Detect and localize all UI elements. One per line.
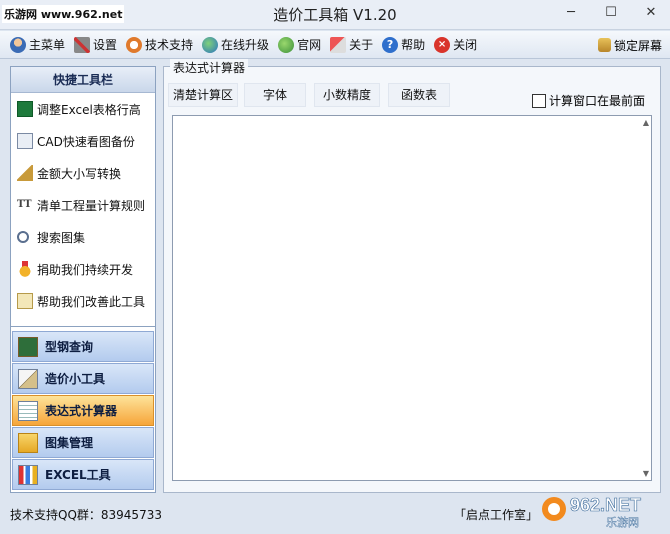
tt-icon: TT	[17, 199, 32, 210]
notebook-icon	[18, 400, 38, 421]
maximize-button[interactable]: ☐	[600, 4, 622, 22]
quick-item-feedback[interactable]: 帮助我们改善此工具	[11, 285, 155, 317]
toolbar-help-button[interactable]: ? 帮助	[378, 34, 430, 56]
lock-screen-button[interactable]: 锁定屏幕	[597, 34, 662, 56]
scroll-up-arrow-icon[interactable]: ▲	[643, 118, 649, 127]
support-icon	[126, 36, 143, 53]
clear-area-button[interactable]: 清楚计算区	[168, 83, 238, 107]
close-icon: ×	[434, 36, 451, 53]
font-button[interactable]: 字体	[244, 83, 306, 107]
toolbar-update-button[interactable]: 在线升级	[198, 34, 274, 56]
function-table-button[interactable]: 函数表	[388, 83, 450, 107]
support-qq-text: 技术支持QQ群：83945733	[10, 508, 162, 522]
sidebar: 快捷工具栏 调整Excel表格行高 CAD快速看图备份 金额大小写转换 TT 清…	[10, 66, 156, 493]
nav-item-atlas-manage[interactable]: 图集管理	[12, 427, 154, 458]
about-icon	[330, 36, 347, 53]
earth-icon	[278, 36, 295, 53]
ruler-icon	[17, 165, 33, 181]
tools-icon	[74, 36, 91, 53]
toolbar-website-button[interactable]: 官网	[274, 34, 326, 56]
globe-icon	[202, 36, 219, 53]
title-bar: 乐游网 www.962.net 造价工具箱 V1.20 ─ ☐ ✕	[0, 0, 670, 30]
triangle-ruler-icon	[18, 368, 38, 389]
main-toolbar: 主菜单 设置 技术支持 在线升级 官网 关于 ? 帮助 × 关闭 锁定屏幕	[0, 31, 670, 59]
quick-item-donate[interactable]: 捐助我们持续开发	[11, 253, 155, 285]
toolbar-close-button[interactable]: × 关闭	[430, 34, 482, 56]
nav-list: 型钢查询 造价小工具 表达式计算器 图集管理 EXCEL工具	[11, 327, 155, 490]
brand-logo-text: 962.NET	[570, 495, 641, 515]
chalkboard-icon	[18, 336, 38, 357]
studio-text: 「启点工作室」	[454, 508, 539, 522]
nav-item-excel-tools[interactable]: EXCEL工具	[12, 459, 154, 490]
expression-calculator-panel: 表达式计算器 清楚计算区 字体 小数精度 函数表 计算窗口在最前面 ▲ ▼	[163, 59, 661, 493]
close-window-button[interactable]: ✕	[640, 4, 662, 22]
topmost-label: 计算窗口在最前面	[549, 94, 646, 108]
quick-item-calc-rules[interactable]: TT 清单工程量计算规则	[11, 189, 155, 221]
calculation-area[interactable]: ▲ ▼	[172, 115, 652, 481]
window-controls: ─ ☐ ✕	[560, 4, 662, 22]
excel-icon	[17, 101, 33, 117]
brand-logo-subtext: 乐游网	[606, 516, 639, 529]
nav-item-cost-tools[interactable]: 造价小工具	[12, 363, 154, 394]
folder-star-icon	[18, 432, 38, 453]
quick-item-excel-row-height[interactable]: 调整Excel表格行高	[11, 93, 155, 125]
quick-tools-list: 调整Excel表格行高 CAD快速看图备份 金额大小写转换 TT 清单工程量计算…	[11, 93, 155, 327]
decimal-precision-button[interactable]: 小数精度	[314, 83, 380, 107]
lock-icon	[597, 38, 611, 52]
quick-item-amount-convert[interactable]: 金额大小写转换	[11, 157, 155, 189]
sidebar-header: 快捷工具栏	[11, 67, 155, 93]
topmost-checkbox[interactable]	[532, 93, 546, 108]
brand-logo: 962.NET 乐游网	[542, 495, 641, 529]
minimize-button[interactable]: ─	[560, 4, 582, 22]
medal-icon	[17, 261, 33, 277]
toolbar-main-menu-button[interactable]: 主菜单	[6, 34, 70, 56]
quick-item-search-atlas[interactable]: 搜索图集	[11, 221, 155, 253]
quick-item-cad-backup[interactable]: CAD快速看图备份	[11, 125, 155, 157]
toolbar-about-button[interactable]: 关于	[326, 34, 378, 56]
panel-title: 表达式计算器	[170, 59, 249, 76]
nav-item-steel-query[interactable]: 型钢查询	[12, 331, 154, 362]
user-icon	[10, 36, 26, 53]
edit-icon	[17, 293, 33, 309]
help-icon: ?	[382, 36, 399, 53]
scroll-down-arrow-icon[interactable]: ▼	[643, 469, 649, 478]
cad-icon	[17, 133, 33, 149]
topmost-toggle[interactable]: 计算窗口在最前面	[532, 92, 645, 109]
magnifier-icon	[17, 231, 29, 243]
nav-item-expression-calculator[interactable]: 表达式计算器	[12, 395, 154, 426]
toolbar-support-button[interactable]: 技术支持	[122, 34, 198, 56]
bar-chart-icon	[18, 464, 38, 485]
toolbar-settings-button[interactable]: 设置	[70, 34, 122, 56]
